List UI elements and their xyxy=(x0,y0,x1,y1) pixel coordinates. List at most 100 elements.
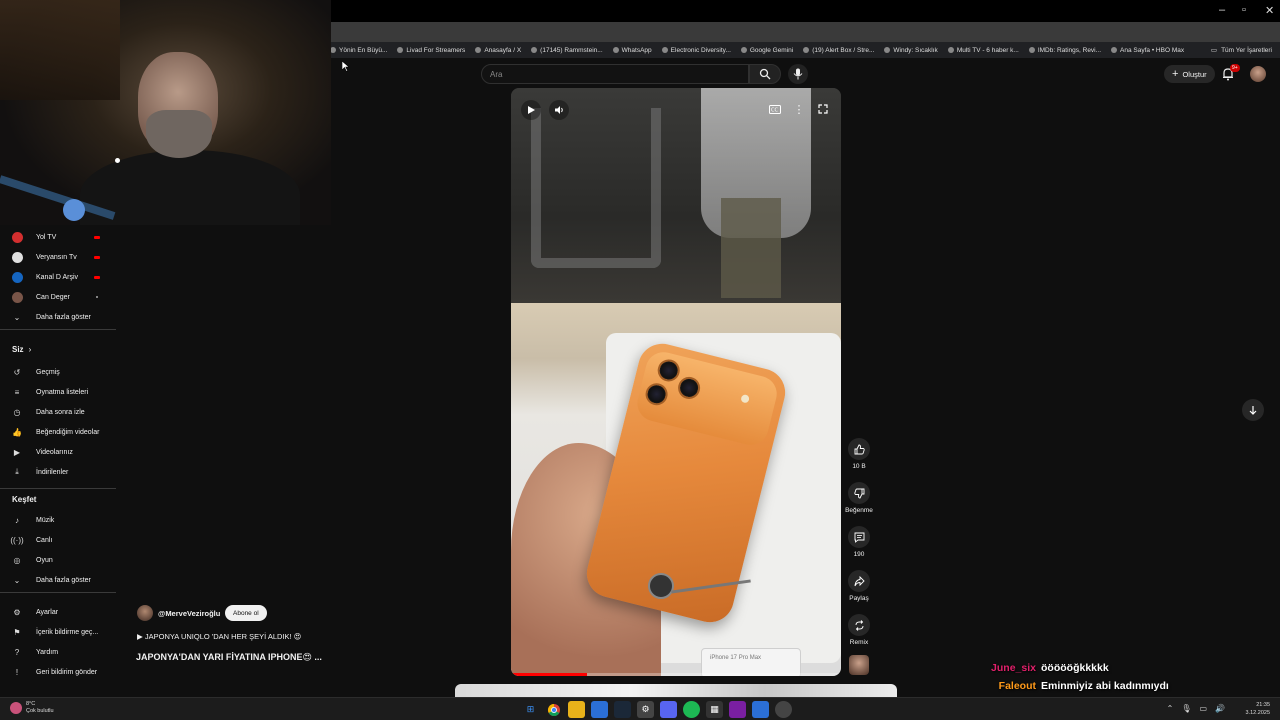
all-bookmarks-button[interactable]: ▭ Tüm Yer İşaretleri xyxy=(1211,42,1272,58)
video-progress-fill xyxy=(511,673,587,676)
obs-icon[interactable] xyxy=(775,701,792,718)
sidebar-item-label: Videolarınız xyxy=(36,448,73,456)
remix-label: Remix xyxy=(849,639,869,646)
playlist-icon: ≡ xyxy=(14,387,20,397)
microphone-tray-icon[interactable]: 🎙 xyxy=(1181,704,1191,713)
bookmark-item[interactable]: IMDb: Ratings, Revi... xyxy=(1028,46,1102,54)
system-clock[interactable]: 21:35 3.12.2025 xyxy=(1246,701,1270,717)
shorts-video-player[interactable]: iPhone 17 Pro Max CC ⋮ xyxy=(511,88,841,676)
sidebar-item[interactable]: ◷ Daha sonra izle xyxy=(0,403,122,421)
captions-button[interactable]: CC xyxy=(766,100,784,118)
chrome-icon[interactable] xyxy=(545,701,562,718)
bookmark-item[interactable]: Ana Sayfa • HBO Max xyxy=(1111,47,1184,54)
like-button[interactable]: 10 B xyxy=(843,438,875,470)
sidebar-item[interactable]: ((·)) Canlı xyxy=(0,531,122,549)
sidebar-item[interactable]: ◎ Oyun xyxy=(0,551,122,569)
bookmark-favicon-icon xyxy=(884,47,891,53)
dislike-button[interactable]: Beğenme xyxy=(843,482,875,514)
bookmark-item[interactable]: Yönin En Büyü... xyxy=(330,47,387,54)
network-icon[interactable]: ▭ xyxy=(1199,704,1207,713)
bookmark-item[interactable]: WhatsApp xyxy=(612,47,652,54)
channel-handle[interactable]: @MerveVeziroğlu xyxy=(158,609,220,618)
more-options-button[interactable]: ⋮ xyxy=(790,100,808,118)
chevron-up-icon[interactable]: ⌃ xyxy=(1167,704,1174,713)
search-button[interactable] xyxy=(749,64,781,84)
file-explorer-icon[interactable] xyxy=(568,701,585,718)
remix-button[interactable]: Remix xyxy=(843,614,875,646)
edge-icon[interactable] xyxy=(591,701,608,718)
maximize-icon[interactable]: ▫ xyxy=(1242,4,1246,16)
sidebar-item[interactable]: ⚙ Ayarlar xyxy=(0,603,122,621)
video-title[interactable]: JAPONYA'DAN YARI FİYATINA IPHONE😍 ... xyxy=(136,652,322,663)
live-indicator xyxy=(94,275,100,279)
sidebar-item[interactable]: ≡ Oynatma listeleri xyxy=(0,383,122,401)
play-button[interactable] xyxy=(521,100,541,120)
search-icon xyxy=(759,68,771,80)
bookmark-item[interactable]: (19) Alert Box / Stre... xyxy=(803,47,874,54)
spotify-icon[interactable] xyxy=(683,701,700,718)
minimize-icon[interactable]: – xyxy=(1219,4,1225,16)
tab-strip: ▭ ☆ ✦ ≡ ● ⋮ xyxy=(330,22,1280,58)
remix-icon xyxy=(855,619,863,631)
sidebar-item[interactable]: Veryansın Tv xyxy=(0,248,122,266)
share-button[interactable]: Paylaş xyxy=(843,570,875,602)
sidebar-item[interactable]: Can Deger xyxy=(0,288,122,306)
sidebar-item[interactable]: ⌄ Daha fazla göster xyxy=(0,571,122,589)
create-button[interactable]: + Oluştur xyxy=(1164,65,1215,83)
webcam-shelf xyxy=(0,0,120,100)
sidebar-item[interactable]: ⌄ Daha fazla göster xyxy=(0,308,122,326)
search-input[interactable]: Ara xyxy=(481,64,749,84)
settings-app-icon[interactable]: ⚙ xyxy=(637,701,654,718)
thumbs-up-icon xyxy=(854,444,865,454)
video-info-card: iPhone 17 Pro Max xyxy=(701,648,801,676)
next-video-button[interactable] xyxy=(1242,399,1264,421)
store-icon[interactable] xyxy=(752,701,769,718)
bookmark-item[interactable]: Windy: Sıcaklık xyxy=(884,47,938,54)
bookmark-item[interactable]: Anasayfa / X xyxy=(475,47,521,54)
chat-message-text: öööööğkkkkk xyxy=(1041,662,1109,674)
sidebar-item-label: Yol TV xyxy=(36,233,57,241)
sidebar-item[interactable]: ! Geri bildirim gönder xyxy=(0,663,122,681)
sidebar-item[interactable]: ♪ Müzik xyxy=(0,511,122,529)
sidebar-item[interactable]: 👍 Beğendiğim videolar xyxy=(0,423,122,441)
next-short-preview[interactable] xyxy=(455,684,897,698)
subscribe-button[interactable]: Abone ol xyxy=(225,605,267,621)
channel-avatar-image xyxy=(11,271,23,283)
bookmark-item[interactable]: Livad For Streamers xyxy=(397,47,465,54)
sidebar-item[interactable]: ? Yardım xyxy=(0,643,122,661)
new-dot-indicator xyxy=(96,296,98,298)
comments-button[interactable]: 190 xyxy=(843,526,875,558)
video-progress-bar[interactable] xyxy=(511,673,841,676)
calculator-icon[interactable]: ▦ xyxy=(706,701,723,718)
account-avatar[interactable] xyxy=(1250,66,1266,82)
bookmark-item[interactable]: Multi TV - 6 haber k... xyxy=(947,47,1019,54)
windows-start-icon[interactable]: ⊞ xyxy=(522,701,539,718)
bookmark-label: IMDb: Ratings, Revi... xyxy=(1037,46,1102,54)
speaker-icon[interactable]: 🔊 xyxy=(1215,704,1225,713)
weather-widget[interactable]: 8°C Çok bulutlu xyxy=(10,701,54,715)
bookmark-item[interactable]: (17145) Rammstein... xyxy=(531,47,603,54)
volume-button[interactable] xyxy=(549,100,569,120)
bookmark-item[interactable]: Google Gemini xyxy=(740,47,793,54)
bookmark-label: Ana Sayfa • HBO Max xyxy=(1120,46,1185,54)
sidebar-item-label: Oynatma listeleri xyxy=(36,388,89,396)
sidebar-item[interactable]: ⤓ İndirilenler xyxy=(0,463,122,481)
sidebar-section-you[interactable]: Siz › xyxy=(12,345,31,354)
close-icon[interactable]: ✕ xyxy=(1265,4,1274,17)
steam-icon[interactable] xyxy=(614,701,631,718)
sidebar-item[interactable]: ▶ Videolarınız xyxy=(0,443,122,461)
kick-app-icon[interactable] xyxy=(729,701,746,718)
sidebar-item[interactable]: Yol TV xyxy=(0,228,122,246)
video-description[interactable]: ▶ JAPONYA UNIQLO 'DAN HER ŞEYİ ALDIK! 😍 xyxy=(137,632,302,641)
discord-icon[interactable] xyxy=(660,701,677,718)
sidebar-item[interactable]: Kanal D Arşiv xyxy=(0,268,122,286)
live-indicator xyxy=(94,235,100,239)
bookmark-item[interactable]: Electronic Diversity... xyxy=(661,47,731,54)
sidebar-item[interactable]: ↺ Geçmiş xyxy=(0,363,122,381)
channel-avatar[interactable] xyxy=(137,605,153,621)
sound-source-avatar[interactable] xyxy=(849,655,869,675)
voice-search-button[interactable] xyxy=(788,64,808,84)
sidebar-item[interactable]: ⚑ İçerik bildirme geç... xyxy=(0,623,122,641)
chevron-down-icon: ⌄ xyxy=(13,312,21,322)
fullscreen-button[interactable] xyxy=(814,100,832,118)
